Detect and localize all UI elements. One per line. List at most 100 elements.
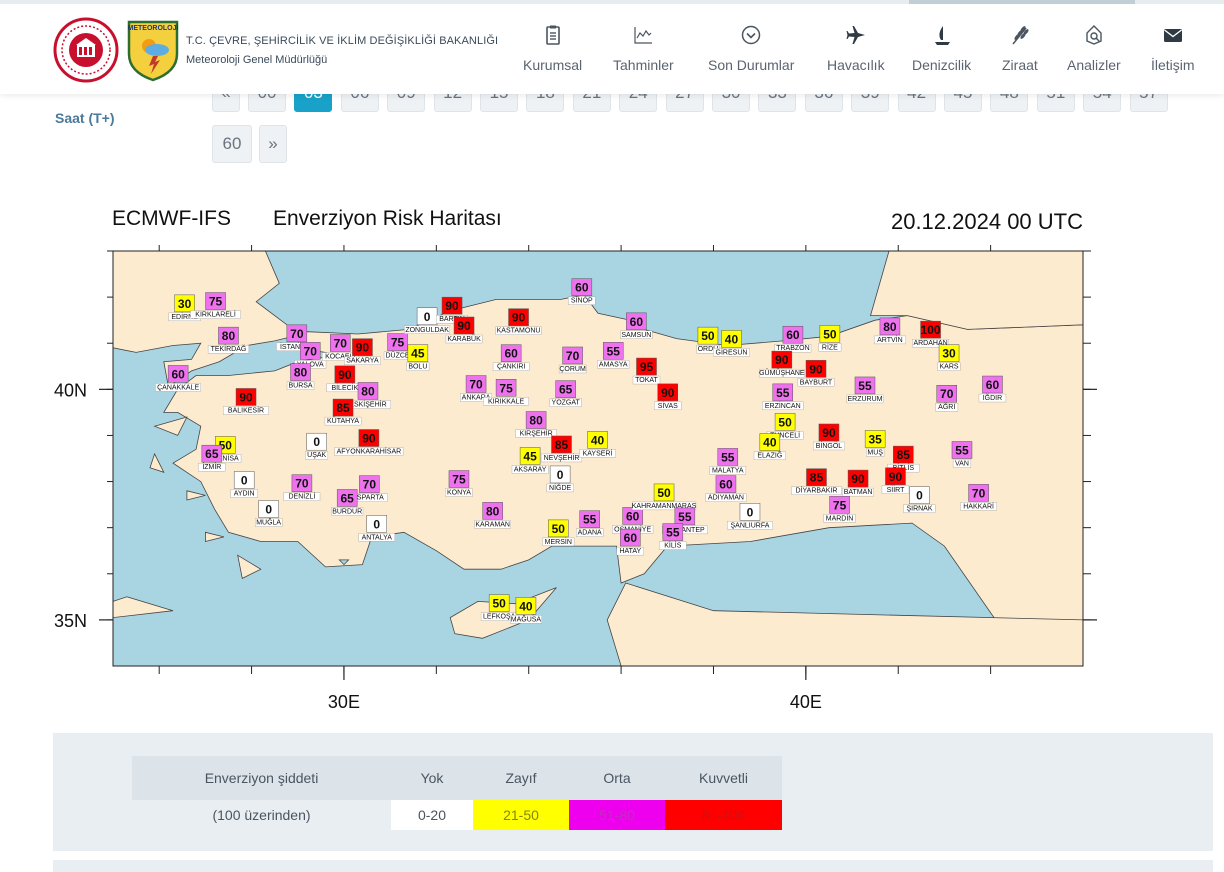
nav-ziraat[interactable]: Ziraat xyxy=(1002,24,1038,76)
station-value: 70 xyxy=(972,486,986,500)
chevron-circle-icon xyxy=(741,25,761,45)
station-value: 0 xyxy=(373,517,380,531)
station-name: UŞAK xyxy=(307,452,326,459)
station-name: KIRKLARELİ xyxy=(195,310,236,319)
station-8: 45 BOLU xyxy=(406,344,430,371)
station-value: 80 xyxy=(294,366,308,380)
station-value: 90 xyxy=(512,311,526,325)
station-name: MARDİN xyxy=(826,513,854,522)
station-name: NİĞDE xyxy=(549,483,572,492)
station-name: TOKAT xyxy=(635,377,658,384)
nav-kurumsal[interactable]: Kurumsal xyxy=(523,24,582,76)
nav-denizcilik-label: Denizcilik xyxy=(912,57,972,73)
org-name-line2: Meteoroloji Genel Müdürlüğü xyxy=(186,54,328,66)
station-name: MERSİN xyxy=(545,537,572,546)
nav-havacilik[interactable]: Havacılık xyxy=(827,24,885,76)
station-value: 0 xyxy=(265,503,272,517)
station-value: 65 xyxy=(205,447,219,461)
station-name: KARS xyxy=(940,364,959,371)
nav-iletisim[interactable]: İletişim xyxy=(1151,24,1195,76)
legend-header-yok: Yok xyxy=(391,756,473,800)
station-name: IĞDIR xyxy=(983,393,1002,402)
station-name: MUĞLA xyxy=(256,518,281,527)
org-name-line1: T.C. ÇEVRE, ŞEHİRCİLİK VE İKLİM DEĞİŞİKL… xyxy=(186,35,499,47)
site-header: METEOROLOJİ T.C. ÇEVRE, ŞEHİRCİLİK VE İK… xyxy=(0,0,1224,94)
nav-tahminler[interactable]: Tahminler xyxy=(613,24,674,76)
station-value: 0 xyxy=(747,505,754,519)
station-value: 50 xyxy=(823,327,837,341)
org-name[interactable]: T.C. ÇEVRE, ŞEHİRCİLİK VE İKLİM DEĞİŞİKL… xyxy=(186,35,498,66)
station-value: 100 xyxy=(921,323,941,337)
station-value: 0 xyxy=(557,468,564,482)
header-top-accent xyxy=(909,0,1135,4)
station-name: SAKARYA xyxy=(346,358,379,365)
station-value: 60 xyxy=(624,531,638,545)
legend-header-zayif: Zayıf xyxy=(473,756,569,800)
envelope-icon xyxy=(1163,29,1182,42)
station-name: KARABÜK xyxy=(447,335,481,343)
station-value: 80 xyxy=(883,320,897,334)
station-name: SİNOP xyxy=(571,296,593,305)
station-value: 40 xyxy=(763,436,777,450)
station-name: ÇORUM xyxy=(559,366,586,373)
station-value: 55 xyxy=(607,344,621,358)
station-value: 70 xyxy=(469,378,483,392)
lat-label-40N: 40N xyxy=(54,380,87,400)
station-value: 45 xyxy=(523,449,537,463)
legend-table: Enverziyon şiddeti Yok Zayıf Orta Kuvvet… xyxy=(132,756,782,830)
legend-header-row: Enverziyon şiddeti Yok Zayıf Orta Kuvvet… xyxy=(132,756,782,800)
station-value: 90 xyxy=(889,470,903,484)
station-name: KIRŞEHİR xyxy=(520,429,553,438)
station-value: 40 xyxy=(725,332,739,346)
station-name: BURDUR xyxy=(332,508,362,515)
station-name: ARTVİN xyxy=(877,335,903,344)
station-value: 65 xyxy=(559,383,573,397)
hour-button-60[interactable]: 60 xyxy=(212,125,252,163)
nav-tahminler-label: Tahminler xyxy=(613,57,674,73)
station-name: SİİRT xyxy=(887,485,905,494)
station-value: 85 xyxy=(897,448,911,462)
station-value: 55 xyxy=(721,450,735,464)
station-value: 70 xyxy=(304,344,318,358)
station-value: 70 xyxy=(566,349,580,363)
legend-range-orta: 51-80 xyxy=(569,800,665,830)
station-value: 80 xyxy=(222,329,236,343)
legend-range-zayif: 21-50 xyxy=(473,800,569,830)
nav-denizcilik[interactable]: Denizcilik xyxy=(912,24,971,76)
nav-kurumsal-label: Kurumsal xyxy=(523,57,583,73)
station-value: 55 xyxy=(678,510,692,524)
station-name: ÇANKIRI xyxy=(497,364,525,371)
station-value: 75 xyxy=(499,381,513,395)
station-58: 0 AYDIN xyxy=(230,471,258,498)
station-name: ŞIRNAK xyxy=(906,506,932,513)
station-name: BURSA xyxy=(288,383,312,390)
magnifier-icon xyxy=(1086,25,1102,45)
station-7: 75 DÜZCE xyxy=(383,333,412,360)
station-62: 0MUĞLA xyxy=(255,500,283,527)
next-page-button[interactable]: » xyxy=(259,125,287,163)
station-55: 0 UŞAK xyxy=(305,432,329,460)
station-value: 60 xyxy=(575,281,589,295)
station-name: VAN xyxy=(955,461,969,468)
station-value: 0 xyxy=(313,435,320,449)
meteoroloji-logo[interactable]: METEOROLOJİ xyxy=(127,20,179,82)
legend-range-kuvvetli: 81-100 xyxy=(665,800,782,830)
station-name: ERZURUM xyxy=(847,396,882,403)
station-value: 0 xyxy=(916,489,923,503)
ministry-logo[interactable] xyxy=(53,17,119,83)
station-name: KONYA xyxy=(447,490,471,497)
station-value: 60 xyxy=(171,367,185,381)
chart-icon xyxy=(634,27,653,44)
lat-label-35N: 35N xyxy=(54,611,87,631)
station-value: 80 xyxy=(361,384,375,398)
station-value: 80 xyxy=(529,414,543,428)
station-value: 90 xyxy=(338,368,352,382)
station-value: 90 xyxy=(822,426,836,440)
station-value: 90 xyxy=(809,362,823,376)
station-value: 90 xyxy=(239,390,253,404)
nav-ziraat-label: Ziraat xyxy=(1002,57,1038,73)
station-value: 55 xyxy=(858,379,872,393)
nav-analizler[interactable]: Analizler xyxy=(1067,24,1121,76)
nav-son-durumlar[interactable]: Son Durumlar xyxy=(708,24,794,76)
station-name: KARAMAN xyxy=(475,521,510,528)
